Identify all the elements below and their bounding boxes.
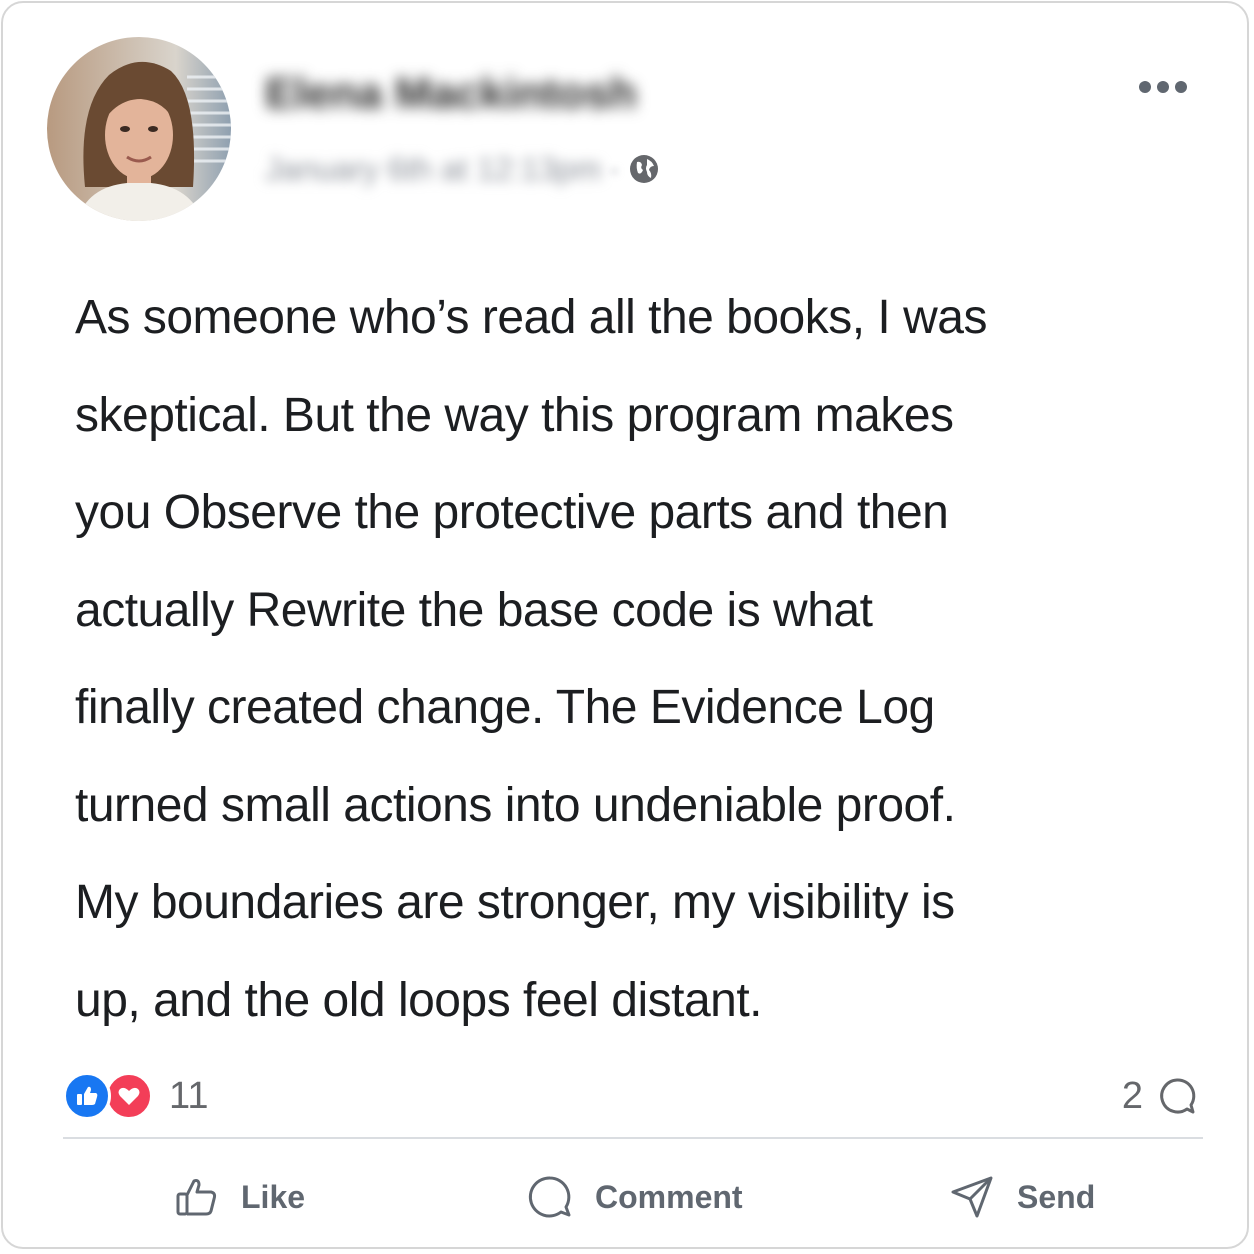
more-options-button[interactable] <box>1139 81 1187 93</box>
post-body-line: skeptical. But the way this program make… <box>75 388 954 442</box>
post-body-line: finally created change. The Evidence Log <box>75 681 935 734</box>
comment-button-label: Comment <box>595 1178 743 1215</box>
reaction-count: 11 <box>169 1074 209 1117</box>
send-button[interactable]: Send <box>949 1165 1095 1229</box>
globe-icon <box>628 153 660 185</box>
thumbs-up-icon <box>176 1179 217 1216</box>
divider <box>63 1137 1203 1139</box>
comment-icon <box>528 1176 571 1218</box>
post-card: Elena Mackintosh January 6th at 12:13pm … <box>1 1 1249 1249</box>
avatar[interactable] <box>47 37 231 221</box>
send-button-label: Send <box>1017 1178 1096 1215</box>
reactions-summary[interactable]: 11 <box>63 1071 208 1121</box>
love-reaction-icon <box>105 1072 153 1120</box>
comment-count: 2 <box>1121 1074 1143 1117</box>
post-timestamp[interactable]: January 6th at 12:13pm <box>265 151 601 188</box>
more-options-icon <box>1139 81 1151 93</box>
post-meta: January 6th at 12:13pm · <box>265 147 660 191</box>
like-reaction-icon <box>63 1072 111 1120</box>
comment-button[interactable]: Comment <box>527 1165 743 1229</box>
post-body-line: up, and the old loops feel distant. <box>75 973 763 1027</box>
post-body-line: turned small actions into undeniable pro… <box>75 778 956 832</box>
post-body-line: As someone who’s read all the books, I w… <box>75 291 987 344</box>
author-name[interactable]: Elena Mackintosh <box>265 69 637 119</box>
comment-count-link[interactable]: 2 <box>1122 1071 1197 1121</box>
avatar-photo <box>47 37 231 221</box>
post-body-line: My boundaries are stronger, my visibilit… <box>75 876 955 929</box>
like-button[interactable]: Like <box>175 1165 305 1229</box>
post-body: As someone who’s read all the books, I w… <box>75 269 1035 1049</box>
meta-separator: · <box>609 150 620 187</box>
send-icon <box>951 1176 993 1218</box>
post-body-line: actually Rewrite the base code is what <box>75 583 873 637</box>
comment-bubble-icon <box>1160 1078 1196 1114</box>
like-button-label: Like <box>241 1178 306 1215</box>
post-body-line: you Observe the protective parts and the… <box>75 486 949 539</box>
